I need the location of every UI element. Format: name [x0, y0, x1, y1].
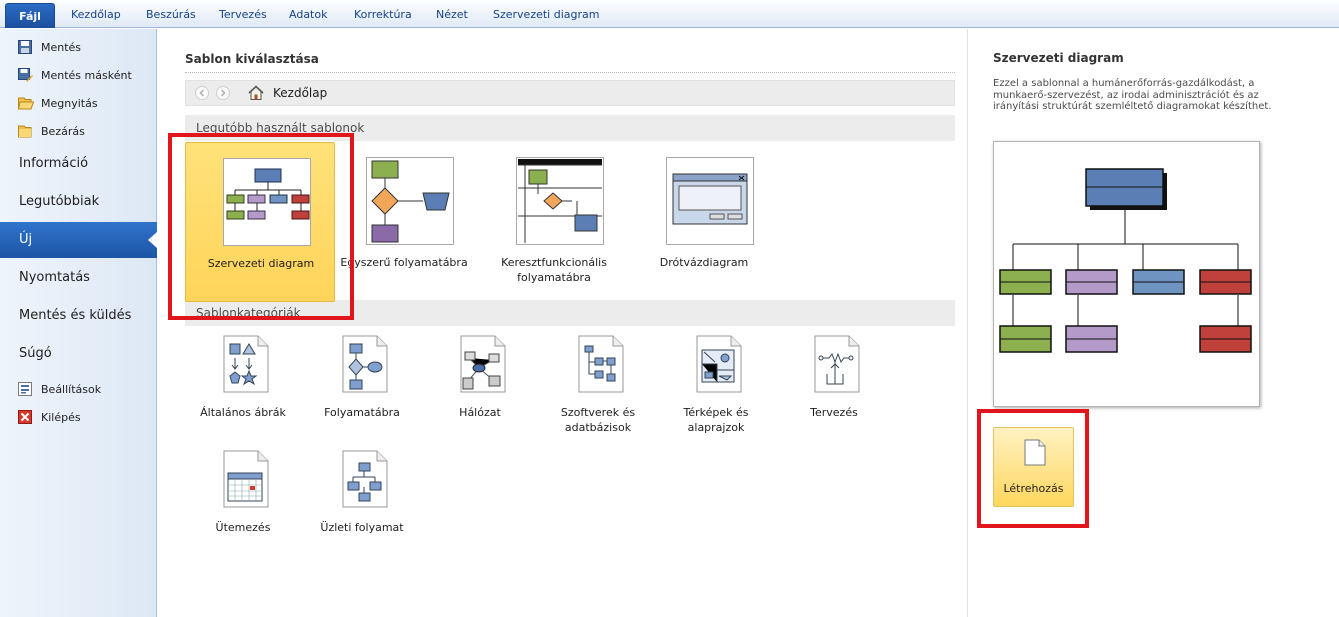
- template-basic-flowchart[interactable]: Egyszerű folyamatábra: [335, 142, 485, 302]
- flowchart-category-icon: [335, 334, 391, 394]
- nav-save-as[interactable]: Mentés másként: [18, 65, 132, 85]
- basic-flowchart-thumbnail: [366, 157, 454, 245]
- back-icon[interactable]: [195, 86, 209, 100]
- nav-open-label: Megnyitás: [41, 96, 98, 110]
- nav-new-label: Új: [19, 232, 33, 247]
- category-label: Ütemezés: [215, 521, 271, 534]
- save-as-icon: [18, 68, 34, 82]
- tab-review[interactable]: Korrektúra: [354, 0, 412, 28]
- cross-functional-thumbnail: [516, 157, 604, 245]
- nav-new[interactable]: Új: [0, 222, 157, 258]
- template-label: Keresztfunkcionális folyamatábra: [501, 256, 607, 284]
- template-cross-functional-flowchart[interactable]: Keresztfunkcionális folyamatábra: [485, 142, 635, 302]
- breadcrumb-home[interactable]: Kezdőlap: [273, 86, 327, 100]
- category-label: Szoftverek és adatbázisok: [560, 406, 636, 434]
- open-folder-icon: [17, 96, 35, 110]
- nav-save-label: Mentés: [41, 40, 82, 54]
- nav-exit[interactable]: Kilépés: [18, 407, 81, 427]
- detail-title: Szervezeti diagram: [993, 51, 1124, 65]
- template-chooser: Sablon kiválasztása Kezdőlap Legutóbb ha…: [158, 29, 967, 617]
- nav-recent[interactable]: Legutóbbiak: [0, 184, 157, 220]
- template-navbar: Kezdőlap: [185, 80, 955, 106]
- home-icon[interactable]: [248, 85, 264, 101]
- category-label: Üzleti folyamat: [320, 521, 404, 534]
- tab-file[interactable]: Fájl: [5, 3, 55, 28]
- category-label: Hálózat: [459, 406, 501, 419]
- nav-save-as-label: Mentés másként: [41, 68, 132, 82]
- nav-options-label: Beállítások: [41, 382, 102, 396]
- ribbon: Fájl Kezdőlap Beszúrás Tervezés Adatok K…: [0, 0, 1339, 28]
- schedule-category-icon: [216, 449, 272, 509]
- backstage-nav: Mentés Mentés másként Megnyitás Bezárás …: [0, 29, 157, 617]
- highlight-box-template: [168, 133, 354, 320]
- dotted-divider: [185, 72, 955, 73]
- detail-description: Ezzel a sablonnal a humánerőforrás-gazdá…: [993, 78, 1272, 112]
- tab-data[interactable]: Adatok: [289, 0, 327, 28]
- highlight-box-create: [977, 409, 1089, 528]
- category-label: Általános ábrák: [200, 406, 286, 419]
- design-category-icon: [807, 334, 863, 394]
- nav-exit-label: Kilépés: [41, 410, 81, 424]
- nav-close[interactable]: Bezárás: [18, 121, 85, 141]
- forward-icon[interactable]: [216, 86, 230, 100]
- exit-icon: [18, 410, 34, 424]
- close-folder-icon: [18, 124, 34, 138]
- section-title: Sablon kiválasztása: [185, 52, 319, 66]
- category-label: Tervezés: [810, 406, 858, 419]
- nav-save-send[interactable]: Mentés és küldés: [0, 298, 157, 334]
- tab-org-chart[interactable]: Szervezeti diagram: [493, 0, 599, 28]
- wireframe-thumbnail: [666, 157, 754, 245]
- selected-arrow-icon: [148, 232, 157, 248]
- nav-close-label: Bezárás: [41, 124, 85, 138]
- nav-help[interactable]: Súgó: [0, 336, 157, 372]
- tab-design[interactable]: Tervezés: [219, 0, 267, 28]
- tab-home[interactable]: Kezdőlap: [71, 0, 121, 28]
- maps-floorplans-icon: [689, 334, 745, 394]
- tab-insert[interactable]: Beszúrás: [146, 0, 196, 28]
- category-label: Folyamatábra: [324, 406, 400, 419]
- template-wireframe[interactable]: Drótvázdiagram: [635, 142, 785, 302]
- general-shapes-icon: [216, 334, 272, 394]
- category-label: Térképek és alaprajzok: [683, 406, 749, 434]
- nav-options[interactable]: Beállítások: [18, 379, 101, 399]
- nav-open[interactable]: Megnyitás: [17, 93, 98, 113]
- nav-print[interactable]: Nyomtatás: [0, 260, 157, 296]
- save-icon: [18, 40, 34, 54]
- options-icon: [18, 382, 34, 396]
- template-detail-pane: Szervezeti diagram Ezzel a sablonnal a h…: [968, 29, 1339, 617]
- software-database-icon: [571, 334, 627, 394]
- business-process-icon: [335, 449, 391, 509]
- nav-info[interactable]: Információ: [0, 146, 157, 182]
- template-label: Drótvázdiagram: [659, 256, 749, 269]
- nav-save[interactable]: Mentés: [18, 37, 81, 57]
- tab-view[interactable]: Nézet: [436, 0, 468, 28]
- template-preview: [993, 141, 1260, 407]
- network-category-icon: [453, 334, 509, 394]
